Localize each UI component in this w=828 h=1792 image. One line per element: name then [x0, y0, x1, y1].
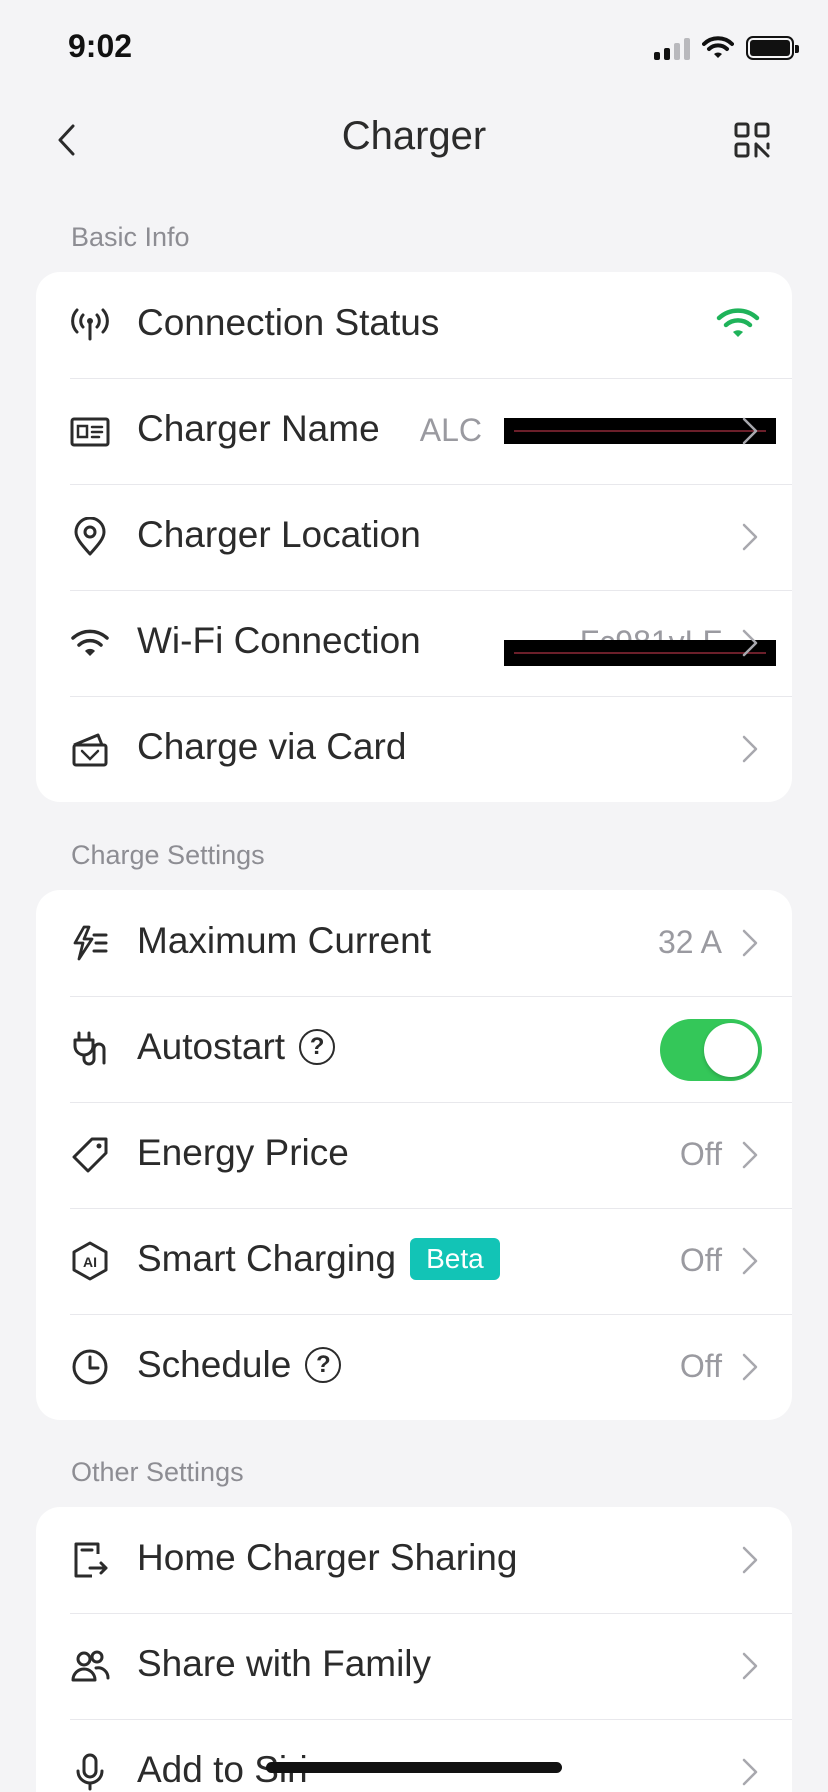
smart-charging-row[interactable]: AI Smart Charging Beta Off: [36, 1208, 792, 1314]
connection-status-row[interactable]: Connection Status: [36, 272, 792, 378]
redaction-bar: [504, 418, 776, 444]
family-icon: [70, 1646, 110, 1686]
home-charger-sharing-row[interactable]: Home Charger Sharing: [36, 1507, 792, 1613]
schedule-label: Schedule: [137, 1344, 292, 1385]
section-title-basic-info: Basic Info: [71, 222, 190, 252]
charger-location-label: Charger Location: [137, 514, 421, 555]
smart-charging-label: Smart Charging: [137, 1238, 397, 1279]
toggle-knob: [704, 1023, 758, 1077]
svg-text:AI: AI: [83, 1254, 97, 1270]
help-icon[interactable]: ?: [305, 1347, 342, 1383]
share-with-family-row[interactable]: Share with Family: [36, 1613, 792, 1719]
card-reader-icon: [70, 729, 110, 769]
chevron-right-icon: [742, 735, 758, 763]
share-device-icon: [70, 1540, 110, 1580]
energy-price-label: Energy Price: [137, 1132, 349, 1173]
schedule-row[interactable]: Schedule ? Off: [36, 1314, 792, 1420]
location-pin-icon: [70, 517, 110, 557]
ai-hexagon-icon: AI: [70, 1241, 110, 1281]
id-card-icon: [70, 411, 110, 451]
maximum-current-row[interactable]: Maximum Current 32 A: [36, 890, 792, 996]
beta-badge: Beta: [410, 1238, 500, 1280]
schedule-label-group: Schedule ?: [137, 1344, 342, 1386]
charger-name-label: Charger Name: [137, 408, 380, 449]
chevron-right-icon: [742, 1652, 758, 1680]
charge-via-card-row[interactable]: Charge via Card: [36, 696, 792, 802]
chevron-right-icon: [742, 1247, 758, 1275]
home-indicator[interactable]: [266, 1762, 562, 1773]
home-charger-sharing-label: Home Charger Sharing: [137, 1537, 518, 1578]
basic-info-card: Connection Status Charger Name ALC Charg…: [36, 272, 792, 802]
cellular-signal-icon: [654, 36, 690, 60]
schedule-value: Off: [679, 1348, 722, 1384]
chevron-right-icon: [742, 1546, 758, 1574]
status-time: 9:02: [68, 28, 133, 64]
wifi-icon: [70, 623, 110, 663]
status-bar: 9:02: [0, 0, 828, 100]
wifi-connected-icon: [716, 306, 760, 342]
page-title: Charger: [341, 114, 487, 158]
energy-price-value: Off: [679, 1136, 722, 1172]
charger-name-row[interactable]: Charger Name ALC: [36, 378, 792, 484]
price-tag-icon: [70, 1135, 110, 1175]
autostart-label-group: Autostart ?: [137, 1026, 336, 1068]
energy-price-row[interactable]: Energy Price Off: [36, 1102, 792, 1208]
wifi-connection-label: Wi-Fi Connection: [137, 620, 421, 661]
share-with-family-label: Share with Family: [137, 1643, 432, 1684]
status-icons: [654, 36, 799, 60]
add-to-siri-row[interactable]: Add to Siri: [36, 1719, 792, 1792]
battery-icon: [746, 36, 799, 60]
lightning-current-icon: [70, 923, 110, 963]
maximum-current-label: Maximum Current: [137, 920, 431, 961]
chevron-right-icon: [742, 523, 758, 551]
charger-name-value: ALC: [419, 412, 482, 448]
chevron-right-icon: [742, 1141, 758, 1169]
chevron-right-icon: [742, 417, 758, 445]
connection-status-label: Connection Status: [137, 302, 440, 343]
chevron-right-icon: [742, 1758, 758, 1786]
smart-charging-value: Off: [679, 1242, 722, 1278]
maximum-current-value: 32 A: [657, 924, 722, 960]
autostart-row: Autostart ?: [36, 996, 792, 1102]
scan-qr-button[interactable]: [732, 120, 772, 160]
clock-icon: [70, 1347, 110, 1387]
charge-settings-card: Maximum Current 32 A Autostart ? Energy …: [36, 890, 792, 1420]
plug-icon: [70, 1029, 110, 1069]
section-title-charge-settings: Charge Settings: [71, 840, 265, 870]
redaction-bar: [504, 640, 776, 666]
charger-location-row[interactable]: Charger Location: [36, 484, 792, 590]
help-icon[interactable]: ?: [299, 1029, 336, 1065]
nav-bar: Charger: [0, 100, 828, 180]
antenna-icon: [70, 305, 110, 345]
wifi-status-icon: [702, 36, 734, 58]
microphone-icon: [70, 1752, 110, 1792]
smart-charging-label-group: Smart Charging Beta: [137, 1238, 500, 1280]
chevron-right-icon: [742, 629, 758, 657]
other-settings-card: Home Charger Sharing Share with Family A…: [36, 1507, 792, 1792]
charge-via-card-label: Charge via Card: [137, 726, 407, 767]
chevron-right-icon: [742, 929, 758, 957]
wifi-connection-row[interactable]: Wi-Fi Connection Fc981vLF: [36, 590, 792, 696]
autostart-toggle[interactable]: [660, 1019, 762, 1081]
chevron-right-icon: [742, 1353, 758, 1381]
section-title-other-settings: Other Settings: [71, 1457, 244, 1487]
autostart-label: Autostart: [137, 1026, 286, 1067]
qr-scan-icon: [734, 122, 770, 158]
